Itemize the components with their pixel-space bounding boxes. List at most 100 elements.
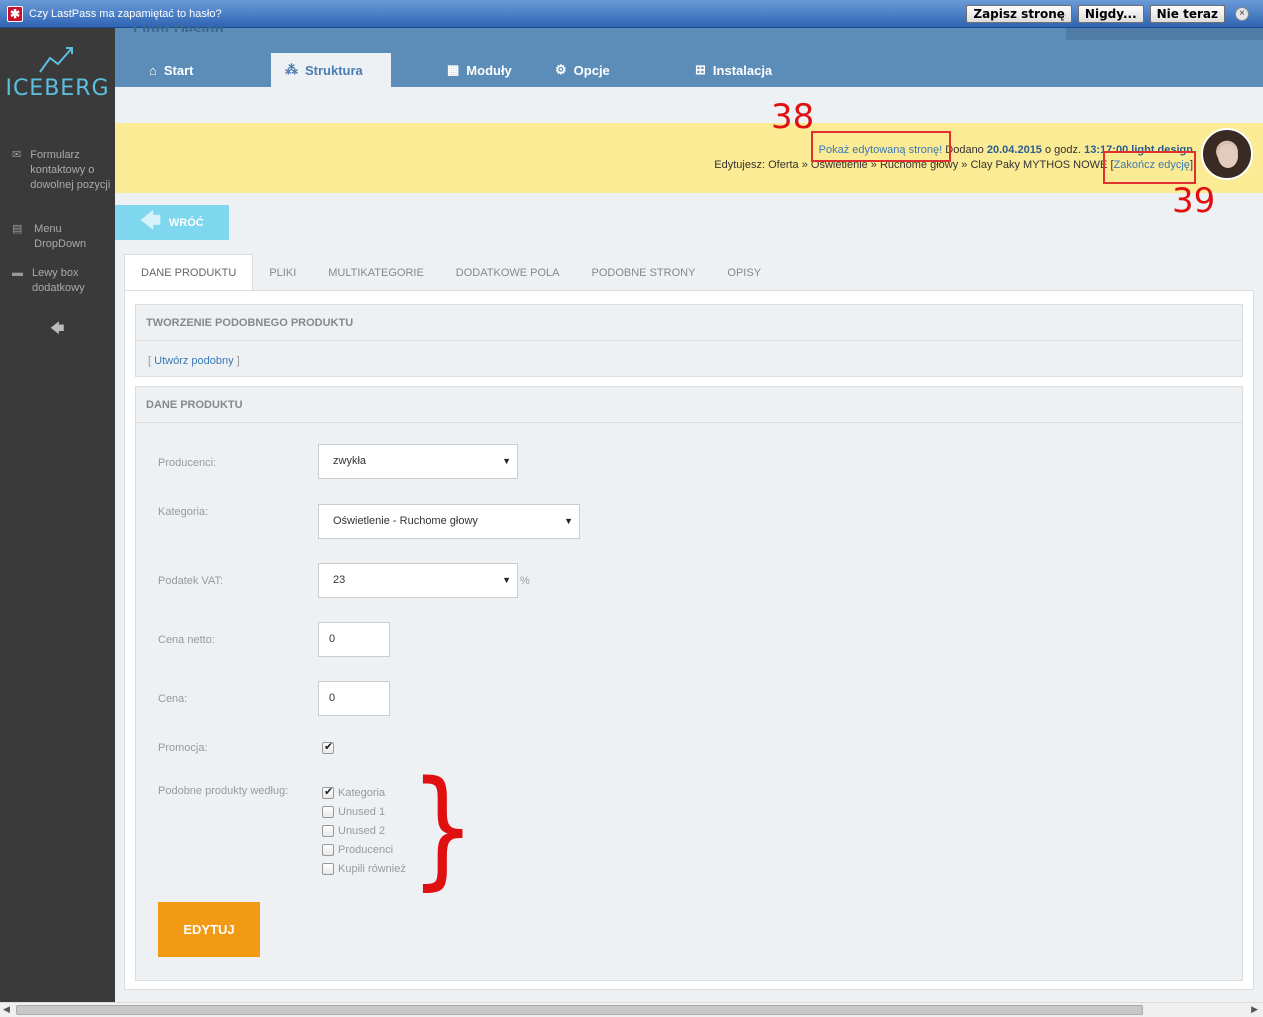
sidebar-item-label: Menu DropDown: [34, 223, 87, 250]
sidebar-item-menu-dropdown[interactable]: ▤ Menu DropDown: [12, 222, 102, 252]
tab-similar-pages[interactable]: PODOBNE STRONY: [576, 254, 712, 291]
net-price-input[interactable]: 0: [318, 622, 390, 657]
annotation-number: 39: [1172, 181, 1216, 221]
brand-name: ICEBERG: [5, 76, 110, 101]
menu-list-icon: ▤: [12, 223, 23, 235]
home-icon: ⌂: [149, 62, 157, 78]
section-title: DANE PRODUKTU: [136, 387, 1242, 423]
main-nav: ⌂ Start ⁂ Struktura ▦ Moduły ⚙ Opcje ⊞ I…: [135, 53, 821, 87]
tab-label: Start: [163, 62, 194, 78]
install-icon: ⊞: [695, 62, 706, 77]
edit-info-bar: Pokaż edytowaną stronę! Dodano 20.04.201…: [115, 123, 1263, 193]
section-title: TWORZENIE PODOBNEGO PRODUKTU: [136, 305, 1242, 341]
tab-start[interactable]: ⌂ Start: [135, 53, 271, 87]
product-tabs: DANE PRODUKTU PLIKI MULTIKATEGORIE DODAT…: [124, 254, 777, 291]
lastpass-buttons: Zapisz stronę Nigdy... Nie teraz ×: [966, 5, 1249, 23]
gear-icon: ⚙: [555, 62, 567, 77]
added-time: 13:17:00: [1084, 144, 1129, 156]
iceberg-logo-icon: [38, 47, 73, 73]
tab-options[interactable]: ⚙ Opcje: [541, 53, 681, 87]
scroll-left-icon[interactable]: ◀: [3, 1004, 10, 1015]
net-price-label: Cena netto:: [158, 634, 215, 646]
similar-option-checkbox[interactable]: [322, 825, 334, 838]
added-info: Pokaż edytowaną stronę! Dodano 20.04.201…: [819, 144, 1193, 156]
similar-option-checkbox[interactable]: [322, 806, 334, 819]
chevron-down-icon: ▼: [564, 516, 573, 526]
scrollbar-thumb[interactable]: [16, 1005, 1143, 1015]
similar-option-label: Producenci: [338, 844, 394, 856]
vat-label: Podatek VAT:: [158, 575, 224, 587]
price-label: Cena:: [158, 693, 188, 705]
lastpass-close-icon[interactable]: ×: [1235, 7, 1249, 21]
similar-product-panel: TWORZENIE PODOBNEGO PRODUKTU [ Utwórz po…: [135, 304, 1243, 377]
create-similar-link[interactable]: Utwórz podobny: [154, 355, 234, 367]
back-button[interactable]: 🡄 WRÓĆ: [115, 205, 229, 240]
tab-label: Opcje: [573, 62, 610, 78]
tab-descriptions[interactable]: OPISY: [711, 254, 777, 291]
tab-modules[interactable]: ▦ Moduły: [391, 53, 541, 87]
similar-option-checkbox[interactable]: [322, 844, 334, 857]
page-title: Light Design: [133, 22, 224, 32]
similar-option-label: Unused 2: [338, 825, 386, 837]
tab-extra-fields[interactable]: DODATKOWE POLA: [440, 254, 576, 291]
similar-option-also-bought: Kupili również: [322, 863, 406, 876]
added-date: 20.04.2015: [986, 144, 1042, 156]
brand-logo[interactable]: ICEBERG: [0, 46, 115, 101]
avatar[interactable]: [1201, 128, 1253, 180]
envelope-icon: ✉: [12, 149, 22, 161]
added-label: Dodano: [945, 144, 984, 156]
sidebar-collapse-icon[interactable]: 🡄: [50, 318, 64, 342]
scroll-right-icon[interactable]: ▶: [1251, 1004, 1258, 1015]
annotation-number: 38: [771, 97, 815, 137]
category-value: Oświetlenie - Ruchome głowy: [333, 515, 478, 527]
vat-select[interactable]: 23 ▼: [318, 563, 518, 598]
back-button-label: WRÓĆ: [168, 216, 204, 229]
similar-option-category: Kategoria: [322, 785, 385, 800]
promo-checkbox-row: [322, 740, 334, 755]
horizontal-scrollbar[interactable]: ◀ ▶: [0, 1002, 1263, 1017]
tab-multicategories[interactable]: MULTIKATEGORIE: [312, 254, 440, 291]
tab-files[interactable]: PLIKI: [253, 254, 312, 291]
producer-select[interactable]: zwykła ▼: [318, 444, 518, 479]
header-right-area: [1066, 28, 1263, 40]
sidebar-item-contact-form[interactable]: ✉ Formularz kontaktowy o dowolnej pozycj…: [12, 148, 112, 193]
annotation-brace: }: [410, 754, 476, 903]
chevron-down-icon: ▼: [502, 456, 511, 466]
edit-submit-button[interactable]: EDYTUJ: [158, 902, 260, 957]
similar-option-checkbox[interactable]: [322, 863, 334, 876]
price-input[interactable]: 0: [318, 681, 390, 716]
bracket-close: ]: [236, 355, 240, 367]
similar-option-checkbox[interactable]: [322, 785, 334, 800]
tab-structure[interactable]: ⁂ Struktura: [271, 53, 391, 87]
lastpass-not-now-button[interactable]: Nie teraz: [1149, 5, 1225, 23]
lastpass-message: Czy LastPass ma zapamiętać to hasło?: [29, 7, 222, 20]
vat-value: 23: [333, 574, 346, 586]
category-select[interactable]: Oświetlenie - Ruchome głowy ▼: [318, 504, 580, 539]
tab-label: Moduły: [466, 62, 512, 78]
lastpass-save-button[interactable]: Zapisz stronę: [966, 5, 1072, 23]
sidebar-item-left-box[interactable]: ▬ Lewy box dodatkowy: [12, 266, 102, 296]
end-edit-link[interactable]: Zakończ edycję: [1114, 159, 1190, 171]
similar-option-unused-2: Unused 2: [322, 825, 386, 838]
breadcrumb: Oferta » Oświetlenie » Ruchome głowy » C…: [768, 159, 1108, 171]
editing-label: Edytujesz:: [714, 159, 766, 171]
at-label: o godz.: [1045, 144, 1082, 156]
vat-percent-suffix: %: [520, 575, 530, 587]
product-data-panel: DANE PRODUKTU Producenci: zwykła ▼ Kateg…: [135, 386, 1243, 981]
sidebar: ICEBERG ✉ Formularz kontaktowy o dowolne…: [0, 28, 115, 1002]
lastpass-logo-icon: ✱: [7, 5, 23, 22]
editing-breadcrumb: Edytujesz: Oferta » Oświetlenie » Ruchom…: [714, 159, 1193, 171]
producer-label: Producenci:: [158, 457, 217, 469]
promo-checkbox[interactable]: [322, 740, 334, 755]
category-label: Kategoria:: [158, 506, 209, 518]
promo-label: Promocja:: [158, 742, 208, 754]
content-card: TWORZENIE PODOBNEGO PRODUKTU [ Utwórz po…: [124, 290, 1254, 990]
tab-product-data[interactable]: DANE PRODUKTU: [124, 254, 254, 291]
author-name: light design: [1131, 144, 1193, 156]
bracket-close: ]: [1189, 159, 1193, 171]
lastpass-never-button[interactable]: Nigdy...: [1077, 5, 1144, 23]
show-edited-page-link[interactable]: Pokaż edytowaną stronę!: [819, 144, 943, 156]
similar-option-label: Unused 1: [338, 806, 386, 818]
chevron-down-icon: ▼: [502, 575, 511, 585]
tab-installation[interactable]: ⊞ Instalacja: [681, 53, 821, 87]
